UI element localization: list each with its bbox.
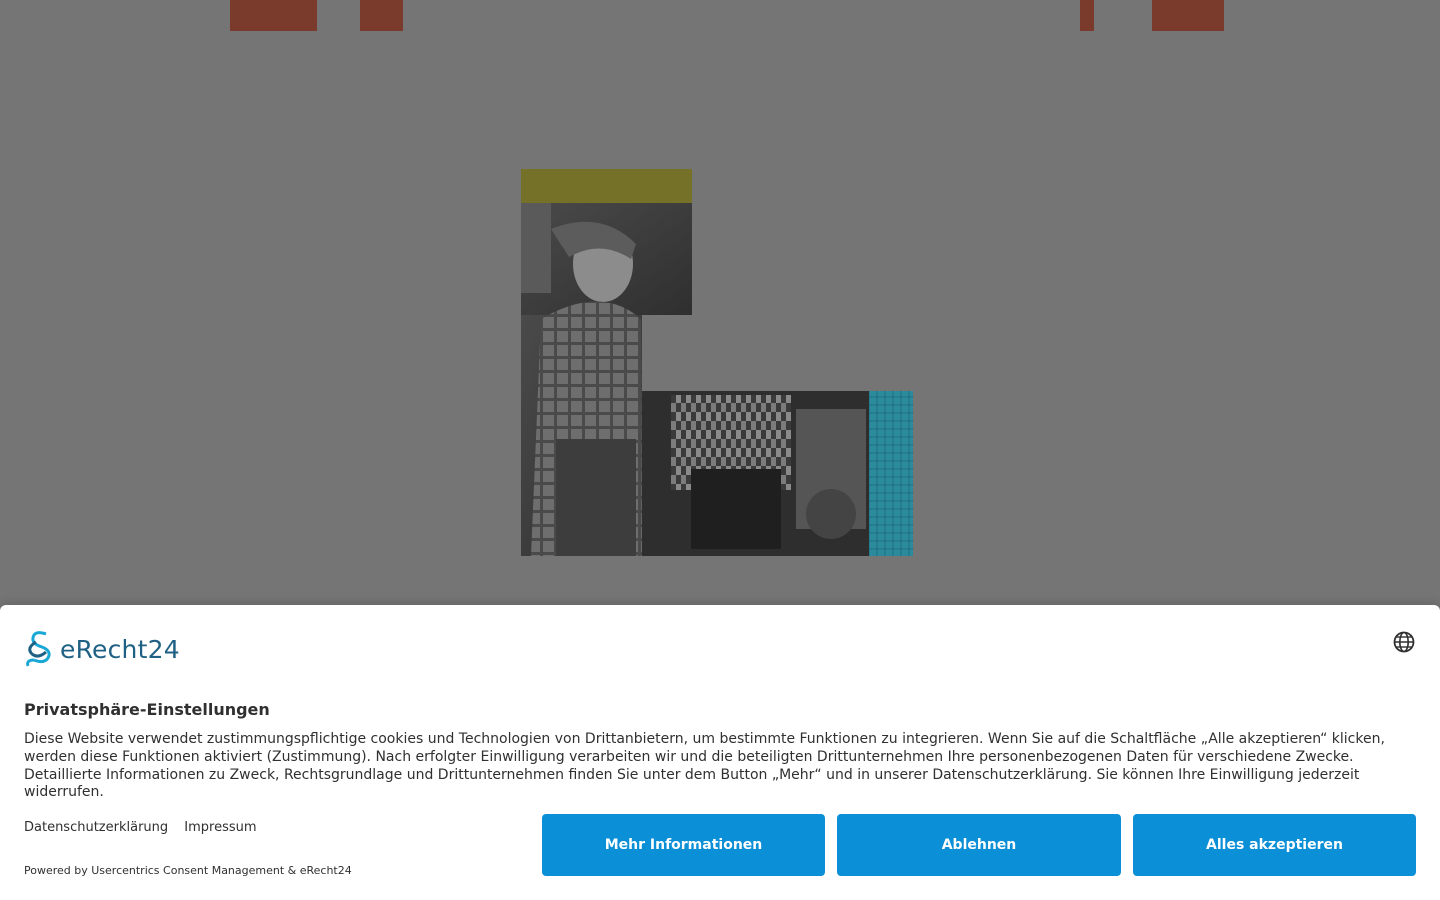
header-nav-block[interactable] bbox=[230, 0, 317, 31]
globe-icon[interactable] bbox=[1392, 630, 1416, 654]
powered-by-text: Powered by Usercentrics Consent Manageme… bbox=[24, 864, 352, 877]
more-information-button[interactable]: Mehr Informationen bbox=[542, 814, 825, 876]
consent-links: Datenschutzerklärung Impressum bbox=[24, 820, 269, 835]
header-nav-block[interactable] bbox=[1080, 0, 1094, 31]
hero-photo-collage bbox=[521, 169, 913, 556]
erecht24-logo: eRecht24 bbox=[24, 630, 180, 668]
deny-button[interactable]: Ablehnen bbox=[837, 814, 1121, 876]
section-sign-logo-icon bbox=[26, 631, 51, 667]
header-nav-block[interactable] bbox=[360, 0, 403, 31]
consent-title: Privatsphäre-Einstellungen bbox=[24, 700, 270, 719]
imprint-link[interactable]: Impressum bbox=[184, 820, 256, 835]
privacy-policy-link[interactable]: Datenschutzerklärung bbox=[24, 820, 168, 835]
consent-description: Diese Website verwendet zustimmungspflic… bbox=[24, 731, 1385, 801]
logo-text: eRecht24 bbox=[60, 634, 180, 664]
header-nav-block[interactable] bbox=[1152, 0, 1224, 31]
accept-all-button[interactable]: Alles akzeptieren bbox=[1133, 814, 1416, 876]
